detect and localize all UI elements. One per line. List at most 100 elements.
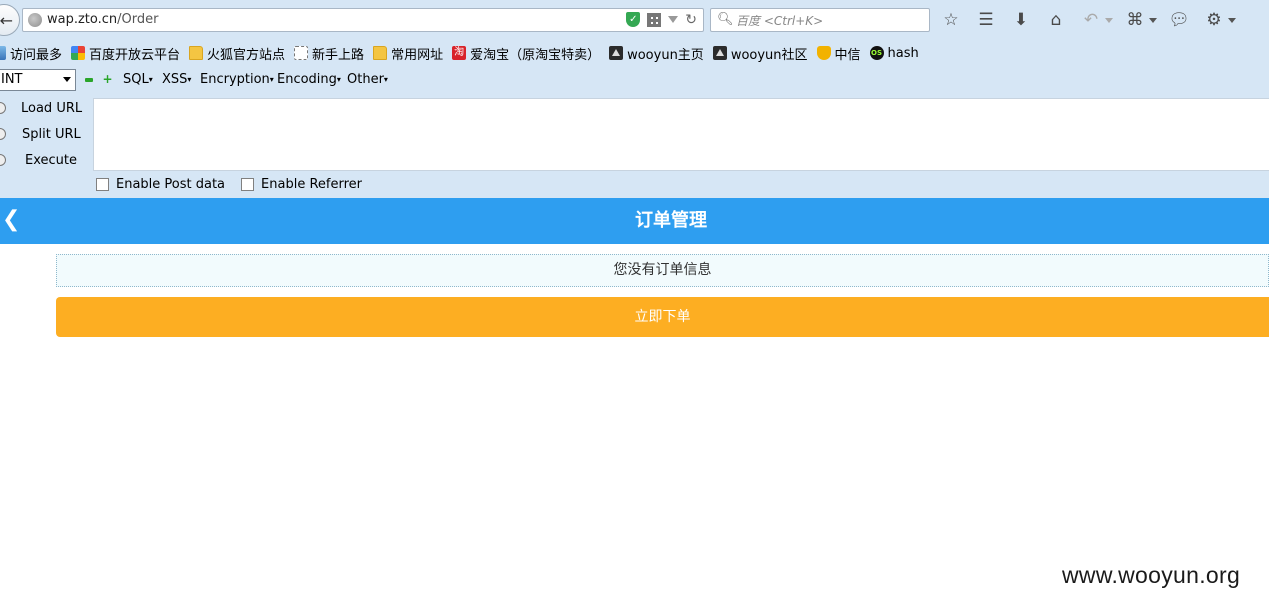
toolbar-icons: ☆ ☰ ⬇ ⌂ ↶ ⌘ 💬︎ ⚙ (938, 8, 1245, 32)
reading-list-icon[interactable]: ☰ (973, 8, 999, 32)
execute-icon (0, 154, 6, 166)
folder-icon (373, 46, 388, 60)
menu-dropdown-icon[interactable] (1227, 8, 1237, 32)
split-url-icon (0, 128, 6, 140)
bookmark-label: wooyun主页 (627, 47, 704, 63)
menu-label: Encryption (200, 72, 270, 87)
hackbar-select[interactable]: INT (0, 69, 76, 91)
checkbox-box[interactable] (96, 178, 109, 191)
checkbox-box[interactable] (241, 178, 255, 191)
load-url-button[interactable]: Load URL (0, 98, 83, 118)
history-dropdown-icon[interactable] (668, 16, 679, 23)
shield-icon[interactable]: ✓ (626, 12, 641, 27)
url-bar-icons: ✓ ↻ (626, 12, 697, 27)
menu-label: SQL (123, 72, 149, 87)
hackbar-menu-encryption[interactable]: Encryption▾ (200, 72, 274, 87)
checkbox-label: Enable Referrer (261, 177, 362, 192)
bookmark-citic[interactable]: 中信 (816, 44, 861, 63)
bookmark-baidu-cloud[interactable]: 百度开放云平台 (71, 44, 180, 63)
baidu-cloud-icon (71, 46, 86, 60)
star-icon[interactable]: ☆ (938, 8, 964, 32)
url-host: wap.zto.cn (47, 12, 118, 27)
search-icon: 🔍︎ (717, 12, 734, 27)
chat-bubble-icon[interactable]: 💬︎ (1166, 8, 1192, 32)
bookmark-getting-started[interactable]: 新手上路 (294, 44, 364, 63)
bookmark-wooyun-community[interactable]: wooyun社区 (712, 44, 808, 63)
hackbar-menu-xss[interactable]: XSS▾ (162, 72, 191, 87)
enable-referrer-checkbox[interactable]: Enable Referrer (241, 177, 362, 192)
url-text: wap.zto.cn/Order (47, 12, 158, 27)
bookmark-label: wooyun社区 (730, 47, 808, 63)
bookmark-common-sites[interactable]: 常用网址 (373, 44, 443, 63)
crop-dropdown-icon[interactable] (1148, 8, 1158, 32)
place-order-button[interactable]: 立即下单 (56, 297, 1269, 337)
hackbar-options: Enable Post data Enable Referrer (96, 177, 378, 192)
dropdown-arrow-icon: ▾ (187, 75, 192, 84)
dropdown-arrow-icon: ▾ (269, 75, 274, 84)
hackbar-toolbar: INT + SQL▾ XSS▾ Encryption▾ Encoding▾ Ot… (0, 69, 1269, 93)
folder-icon (189, 46, 204, 60)
menu-label: XSS (162, 72, 188, 87)
os-icon: OS (869, 46, 884, 60)
dropdown-arrow-icon: ▾ (336, 75, 341, 84)
wooyun-icon (609, 46, 624, 60)
dropdown-arrow-icon: ▾ (383, 75, 388, 84)
crop-icon[interactable]: ⌘ (1122, 8, 1148, 32)
bookmark-wooyun-home[interactable]: wooyun主页 (609, 44, 704, 63)
search-bar[interactable]: 🔍︎ 百度 <Ctrl+K> (710, 8, 930, 32)
dropdown-arrow-icon: ▾ (148, 75, 153, 84)
minus-icon[interactable] (85, 78, 93, 82)
extension-icon[interactable]: ⚙ (1201, 8, 1227, 32)
load-url-icon (0, 102, 6, 114)
download-icon[interactable]: ⬇ (1008, 8, 1034, 32)
plus-icon[interactable]: + (102, 73, 113, 85)
page-title: 订单管理 (635, 210, 707, 231)
chevron-down-icon (63, 77, 71, 82)
url-path: /Order (117, 12, 159, 27)
bookmark-hash[interactable]: OS hash (869, 45, 919, 61)
bookmark-label: 爱淘宝（原淘宝特卖） (470, 47, 601, 63)
hackbar-menu-sql[interactable]: SQL▾ (123, 72, 153, 87)
undo-icon[interactable]: ↶ (1078, 8, 1104, 32)
bookmark-most-visited[interactable]: 访问最多 (0, 44, 62, 63)
home-icon[interactable]: ⌂ (1043, 8, 1069, 32)
browser-chrome: ← wap.zto.cn/Order ✓ ↻ 🔍︎ 百度 <Ctrl+K> ☆ … (0, 0, 1269, 198)
hackbar-url-textarea[interactable] (93, 98, 1269, 171)
page-header: ❮ 订单管理 (0, 198, 1269, 244)
menu-label: Other (347, 72, 384, 87)
action-label: Load URL (21, 100, 83, 116)
browser-back-button[interactable]: ← (0, 4, 20, 36)
bookmark-label: 火狐官方站点 (207, 47, 286, 63)
checkbox-label: Enable Post data (116, 177, 226, 192)
bookmark-label: 百度开放云平台 (89, 47, 181, 63)
trophy-icon (816, 46, 831, 60)
bookmark-label: hash (887, 45, 919, 61)
reload-icon[interactable]: ↻ (685, 13, 697, 27)
hackbar-menu-encoding[interactable]: Encoding▾ (277, 72, 341, 87)
globe-icon (28, 13, 42, 27)
bookmark-label: 新手上路 (312, 47, 365, 63)
hackbar-select-value: INT (1, 72, 23, 87)
action-label: Execute (25, 152, 77, 168)
undo-dropdown-icon[interactable] (1104, 8, 1114, 32)
arrow-left-icon: ← (0, 10, 13, 30)
search-placeholder: 百度 <Ctrl+K> (736, 14, 824, 28)
hackbar-menu-other[interactable]: Other▾ (347, 72, 388, 87)
bookmark-firefox-site[interactable]: 火狐官方站点 (189, 44, 285, 63)
empty-orders-message: 您没有订单信息 (56, 254, 1269, 287)
watermark: www.wooyun.org (1062, 562, 1241, 588)
menu-label: Encoding (277, 72, 337, 87)
navigation-toolbar: ← wap.zto.cn/Order ✓ ↻ 🔍︎ 百度 <Ctrl+K> ☆ … (0, 0, 1269, 40)
enable-post-data-checkbox[interactable]: Enable Post data (96, 177, 225, 192)
most-visited-icon (0, 46, 6, 60)
execute-button[interactable]: Execute (0, 150, 77, 170)
split-url-button[interactable]: Split URL (0, 124, 81, 144)
dashed-page-icon (294, 46, 309, 60)
url-bar[interactable]: wap.zto.cn/Order ✓ ↻ (22, 8, 704, 32)
hackbar-actions: Load URL Split URL Execute (0, 98, 92, 172)
action-label: Split URL (22, 126, 81, 142)
bookmark-taobao[interactable]: 淘爱淘宝（原淘宝特卖） (452, 44, 600, 63)
bookmark-label: 中信 (834, 47, 861, 63)
bookmarks-toolbar: 访问最多 百度开放云平台 火狐官方站点 新手上路 常用网址 淘爱淘宝（原淘宝特卖… (0, 42, 1269, 64)
qr-code-icon[interactable] (647, 12, 662, 27)
